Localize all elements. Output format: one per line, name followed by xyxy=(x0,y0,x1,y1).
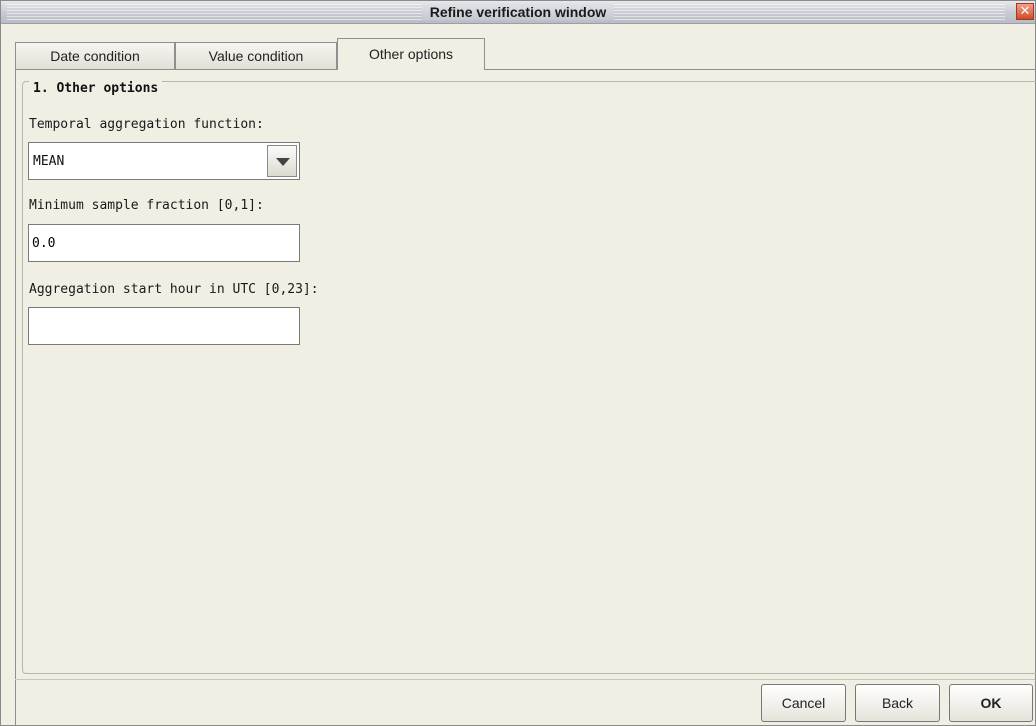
ok-button[interactable]: OK xyxy=(949,684,1033,722)
aggregation-function-value: MEAN xyxy=(33,154,65,169)
start-hour-label: Aggregation start hour in UTC [0,23]: xyxy=(29,282,319,297)
back-button[interactable]: Back xyxy=(855,684,940,722)
button-bar-divider xyxy=(15,679,1035,680)
aggregation-function-select[interactable]: MEAN xyxy=(28,142,300,180)
chevron-down-icon xyxy=(276,158,290,166)
tab-other-options[interactable]: Other options xyxy=(337,38,485,70)
refine-verification-window: Refine verification window ✕ Date condit… xyxy=(0,0,1036,726)
min-sample-fraction-input[interactable] xyxy=(28,224,300,262)
title-bar[interactable]: Refine verification window ✕ xyxy=(1,1,1035,24)
start-hour-input[interactable] xyxy=(28,307,300,345)
cancel-button[interactable]: Cancel xyxy=(761,684,846,722)
window-title: Refine verification window xyxy=(1,4,1035,20)
tab-date-condition[interactable]: Date condition xyxy=(15,42,175,69)
min-sample-fraction-label: Minimum sample fraction [0,1]: xyxy=(29,198,264,213)
aggregation-function-label: Temporal aggregation function: xyxy=(29,117,264,132)
dropdown-arrow-button[interactable] xyxy=(267,145,297,177)
group-title: 1. Other options xyxy=(29,81,163,96)
close-icon[interactable]: ✕ xyxy=(1016,3,1034,20)
tab-value-condition[interactable]: Value condition xyxy=(175,42,337,69)
